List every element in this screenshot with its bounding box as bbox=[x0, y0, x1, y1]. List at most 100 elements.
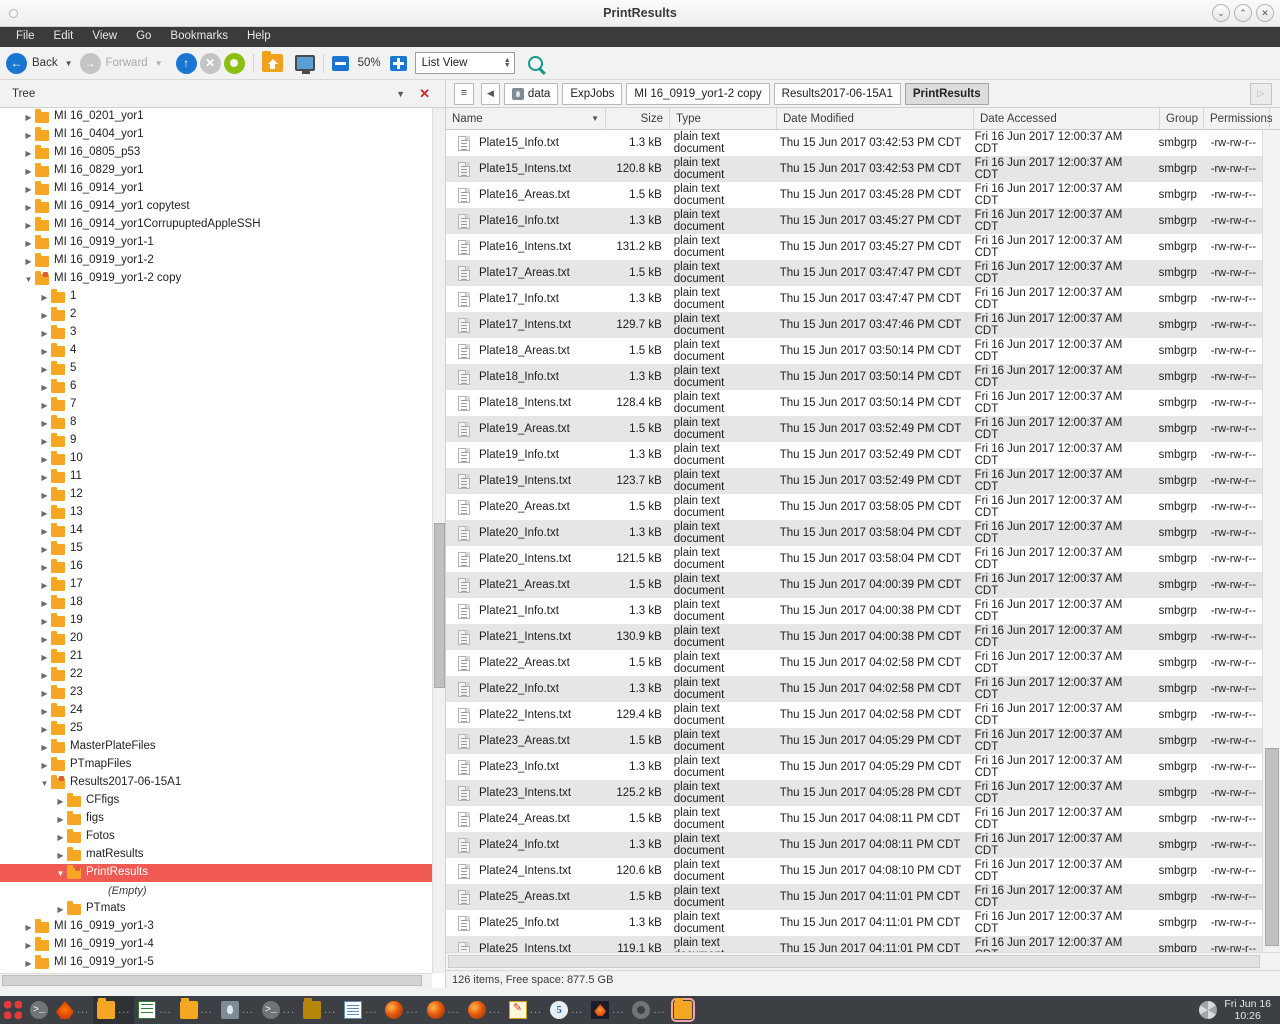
tree-item[interactable]: ▼MI 16_0919_yor1-2 copy bbox=[0, 270, 432, 288]
chevron-right-icon[interactable]: ▶ bbox=[38, 599, 51, 608]
tree-item[interactable]: ▶18 bbox=[0, 594, 432, 612]
tree-item[interactable]: ▶MI 16_0919_yor1-1 bbox=[0, 234, 432, 252]
chevron-right-icon[interactable]: ▶ bbox=[38, 419, 51, 428]
tree-item[interactable]: ▶matResults bbox=[0, 846, 432, 864]
tree-panel-close-icon[interactable]: ✕ bbox=[419, 86, 430, 102]
table-row[interactable]: Plate17_Areas.txt1.5 kBplain text docume… bbox=[446, 260, 1262, 286]
zoom-out-icon[interactable] bbox=[332, 56, 349, 71]
clock[interactable]: Fri Jun 16 10:26 bbox=[1224, 998, 1271, 1022]
tree-item[interactable]: ▶19 bbox=[0, 612, 432, 630]
file-list-vertical-scrollbar-thumb[interactable] bbox=[1265, 748, 1279, 946]
taskbar-item[interactable]: ... bbox=[217, 996, 258, 1024]
taskbar-item-overflow-icon[interactable]: ... bbox=[489, 1004, 501, 1016]
file-manager-icon-2[interactable] bbox=[180, 1001, 198, 1019]
up-button[interactable]: ↑ bbox=[176, 53, 197, 74]
chevron-down-icon[interactable]: ▼ bbox=[38, 779, 51, 788]
chevron-right-icon[interactable]: ▶ bbox=[38, 725, 51, 734]
chevron-right-icon[interactable]: ▶ bbox=[38, 761, 51, 770]
chevron-right-icon[interactable]: ▶ bbox=[22, 203, 35, 212]
column-header-size[interactable]: Size bbox=[606, 108, 670, 129]
tree-item[interactable]: ▶MasterPlateFiles bbox=[0, 738, 432, 756]
tree-item[interactable]: ▶MI 16_0805_p53 bbox=[0, 144, 432, 162]
taskbar-item[interactable]: ... bbox=[299, 996, 340, 1024]
chevron-down-icon[interactable]: ▼ bbox=[54, 869, 67, 878]
taskbar-item[interactable]: >_... bbox=[258, 996, 299, 1024]
breadcrumb-scroll-left-button[interactable]: ◀ bbox=[481, 83, 500, 105]
column-header-type[interactable]: Type bbox=[670, 108, 777, 129]
chevron-right-icon[interactable]: ▶ bbox=[38, 401, 51, 410]
file-list-horizontal-scrollbar-thumb[interactable] bbox=[448, 955, 1260, 968]
table-row[interactable]: Plate19_Intens.txt123.7 kBplain text doc… bbox=[446, 468, 1262, 494]
menu-help[interactable]: Help bbox=[239, 29, 279, 45]
taskbar-item-overflow-icon[interactable]: ... bbox=[653, 1004, 665, 1016]
view-mode-select[interactable]: List View ▲▼ bbox=[415, 52, 515, 74]
taskbar-item-overflow-icon[interactable]: ... bbox=[118, 1004, 130, 1016]
chevron-right-icon[interactable]: ▶ bbox=[54, 815, 67, 824]
chevron-right-icon[interactable]: ▶ bbox=[22, 923, 35, 932]
tree-item[interactable]: ▶21 bbox=[0, 648, 432, 666]
chevron-right-icon[interactable]: ▶ bbox=[22, 167, 35, 176]
table-row[interactable]: Plate17_Info.txt1.3 kBplain text documen… bbox=[446, 286, 1262, 312]
tree-item[interactable]: ▼Results2017-06-15A1 bbox=[0, 774, 432, 792]
tree-item[interactable]: ▶MI 16_0914_yor1 bbox=[0, 180, 432, 198]
app-menu-icon[interactable] bbox=[4, 1001, 22, 1019]
tree-item[interactable]: ▶5 bbox=[0, 360, 432, 378]
tree-item[interactable]: ▶MI 16_0914_yor1CorrupuptedAppleSSH bbox=[0, 216, 432, 234]
tree-vertical-scrollbar[interactable] bbox=[432, 108, 445, 973]
reload-button[interactable] bbox=[224, 53, 245, 74]
spreadsheet-icon[interactable] bbox=[138, 1001, 156, 1019]
table-row[interactable]: Plate21_Intens.txt130.9 kBplain text doc… bbox=[446, 624, 1262, 650]
chevron-down-icon[interactable]: ▼ bbox=[22, 275, 35, 284]
taskbar-item[interactable] bbox=[670, 996, 696, 1024]
table-row[interactable]: Plate20_Intens.txt121.5 kBplain text doc… bbox=[446, 546, 1262, 572]
tree-item[interactable]: ▶11 bbox=[0, 468, 432, 486]
table-row[interactable]: Plate15_Info.txt1.3 kBplain text documen… bbox=[446, 130, 1262, 156]
chevron-right-icon[interactable]: ▶ bbox=[54, 833, 67, 842]
menu-bookmarks[interactable]: Bookmarks bbox=[162, 29, 236, 45]
taskbar-item-overflow-icon[interactable]: ... bbox=[571, 1004, 583, 1016]
tree-item[interactable]: ▶PTmapFiles bbox=[0, 756, 432, 774]
home-icon[interactable] bbox=[262, 54, 283, 72]
table-row[interactable]: Plate16_Info.txt1.3 kBplain text documen… bbox=[446, 208, 1262, 234]
chevron-right-icon[interactable]: ▶ bbox=[38, 545, 51, 554]
chevron-right-icon[interactable]: ▶ bbox=[38, 743, 51, 752]
taskbar-item-overflow-icon[interactable]: ... bbox=[242, 1004, 254, 1016]
chevron-right-icon[interactable]: ▶ bbox=[22, 149, 35, 158]
taskbar-item[interactable]: ... bbox=[52, 996, 93, 1024]
table-row[interactable]: Plate22_Areas.txt1.5 kBplain text docume… bbox=[446, 650, 1262, 676]
chevron-right-icon[interactable]: ▶ bbox=[38, 383, 51, 392]
disk-icon[interactable] bbox=[221, 1001, 239, 1019]
chevron-right-icon[interactable]: ▶ bbox=[22, 221, 35, 230]
chevron-right-icon[interactable]: ▶ bbox=[38, 707, 51, 716]
tree-item[interactable]: ▶MI 16_0919_yor1-2 bbox=[0, 252, 432, 270]
tree-item[interactable]: ▶14 bbox=[0, 522, 432, 540]
taskbar-item-overflow-icon[interactable]: ... bbox=[365, 1004, 377, 1016]
table-row[interactable]: Plate19_Info.txt1.3 kBplain text documen… bbox=[446, 442, 1262, 468]
tree-item[interactable]: ▶PTmats bbox=[0, 900, 432, 918]
tree-item[interactable]: ▶MI 16_0404_yor1 bbox=[0, 126, 432, 144]
tree-vertical-scrollbar-thumb[interactable] bbox=[434, 523, 445, 688]
taskbar-item[interactable]: ... bbox=[587, 996, 628, 1024]
table-row[interactable]: Plate25_Areas.txt1.5 kBplain text docume… bbox=[446, 884, 1262, 910]
text-editor-icon[interactable] bbox=[509, 1001, 527, 1019]
tree-item[interactable]: ▶20 bbox=[0, 630, 432, 648]
taskbar-item-overflow-icon[interactable]: ... bbox=[283, 1004, 295, 1016]
tree-item[interactable]: ▶7 bbox=[0, 396, 432, 414]
document-icon[interactable] bbox=[344, 1001, 362, 1019]
taskbar-item-overflow-icon[interactable]: ... bbox=[159, 1004, 171, 1016]
chevron-right-icon[interactable]: ▶ bbox=[38, 689, 51, 698]
back-button[interactable]: ← Back bbox=[6, 53, 61, 74]
chevron-right-icon[interactable]: ▶ bbox=[38, 329, 51, 338]
tree-item[interactable]: ▶24 bbox=[0, 702, 432, 720]
terminal-icon-2[interactable]: >_ bbox=[262, 1001, 280, 1019]
chevron-right-icon[interactable]: ▶ bbox=[38, 347, 51, 356]
printresults-window-icon[interactable] bbox=[674, 1001, 692, 1019]
breadcrumb-scroll-right-button[interactable]: ▷ bbox=[1250, 83, 1272, 105]
zoom-in-icon[interactable] bbox=[390, 56, 407, 71]
tree-item[interactable]: ▶MI 16_0919_yor1-3 bbox=[0, 918, 432, 936]
table-row[interactable]: Plate18_Areas.txt1.5 kBplain text docume… bbox=[446, 338, 1262, 364]
chevron-right-icon[interactable]: ▶ bbox=[38, 635, 51, 644]
chevron-right-icon[interactable]: ▶ bbox=[22, 959, 35, 968]
chevron-right-icon[interactable]: ▶ bbox=[38, 617, 51, 626]
table-row[interactable]: Plate21_Areas.txt1.5 kBplain text docume… bbox=[446, 572, 1262, 598]
